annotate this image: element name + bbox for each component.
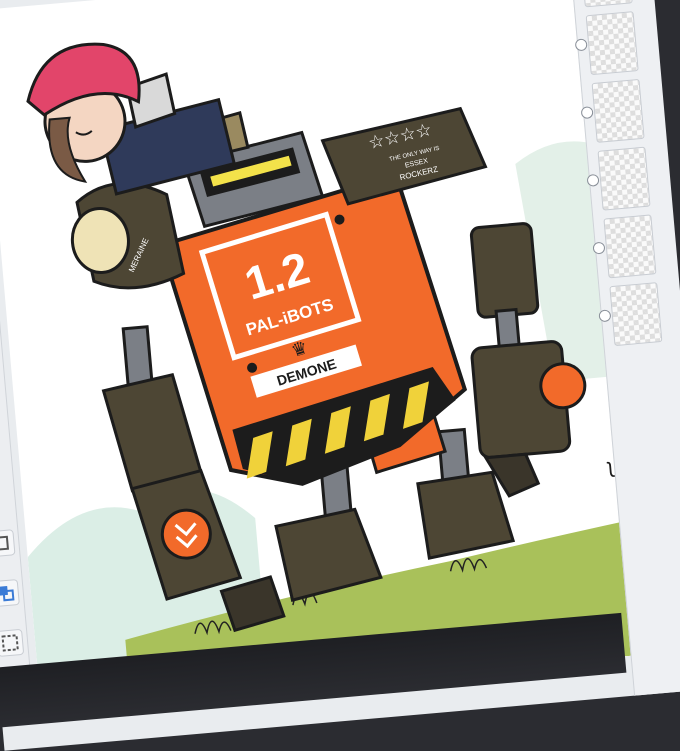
layer-thumbnail[interactable] — [579, 0, 633, 8]
layer-stack-button[interactable] — [0, 529, 16, 558]
tablet-screen: 1.2 PAL-iBOTS ♛ DEMONE ☆☆☆☆ THE ONLY WAY… — [0, 0, 680, 751]
layer-thumbnail[interactable] — [598, 282, 663, 347]
layer-thumbnail[interactable] — [586, 146, 651, 211]
layer-visibility-icon[interactable] — [580, 106, 594, 120]
layer-visibility-icon[interactable] — [598, 309, 612, 323]
layer-stack-icon — [0, 535, 10, 551]
drawing-canvas[interactable]: 1.2 PAL-iBOTS ♛ DEMONE ☆☆☆☆ THE ONLY WAY… — [0, 0, 649, 708]
layer-visibility-icon[interactable] — [592, 241, 606, 255]
layer-thumbnail[interactable] — [592, 214, 657, 279]
layer-thumbnail[interactable] — [574, 11, 639, 76]
selection-button[interactable] — [0, 628, 25, 657]
layer-thumbnail[interactable] — [580, 78, 645, 143]
blend-icon — [0, 585, 15, 602]
blend-button[interactable] — [0, 579, 20, 608]
robot-shoulder: ☆☆☆☆ THE ONLY WAY IS ESSEX ROCKERZ — [320, 106, 488, 206]
layer-visibility-icon[interactable] — [574, 38, 588, 52]
artwork: 1.2 PAL-iBOTS ♛ DEMONE ☆☆☆☆ THE ONLY WAY… — [18, 42, 649, 708]
selection-icon — [1, 634, 19, 652]
layer-visibility-icon[interactable] — [586, 173, 600, 187]
